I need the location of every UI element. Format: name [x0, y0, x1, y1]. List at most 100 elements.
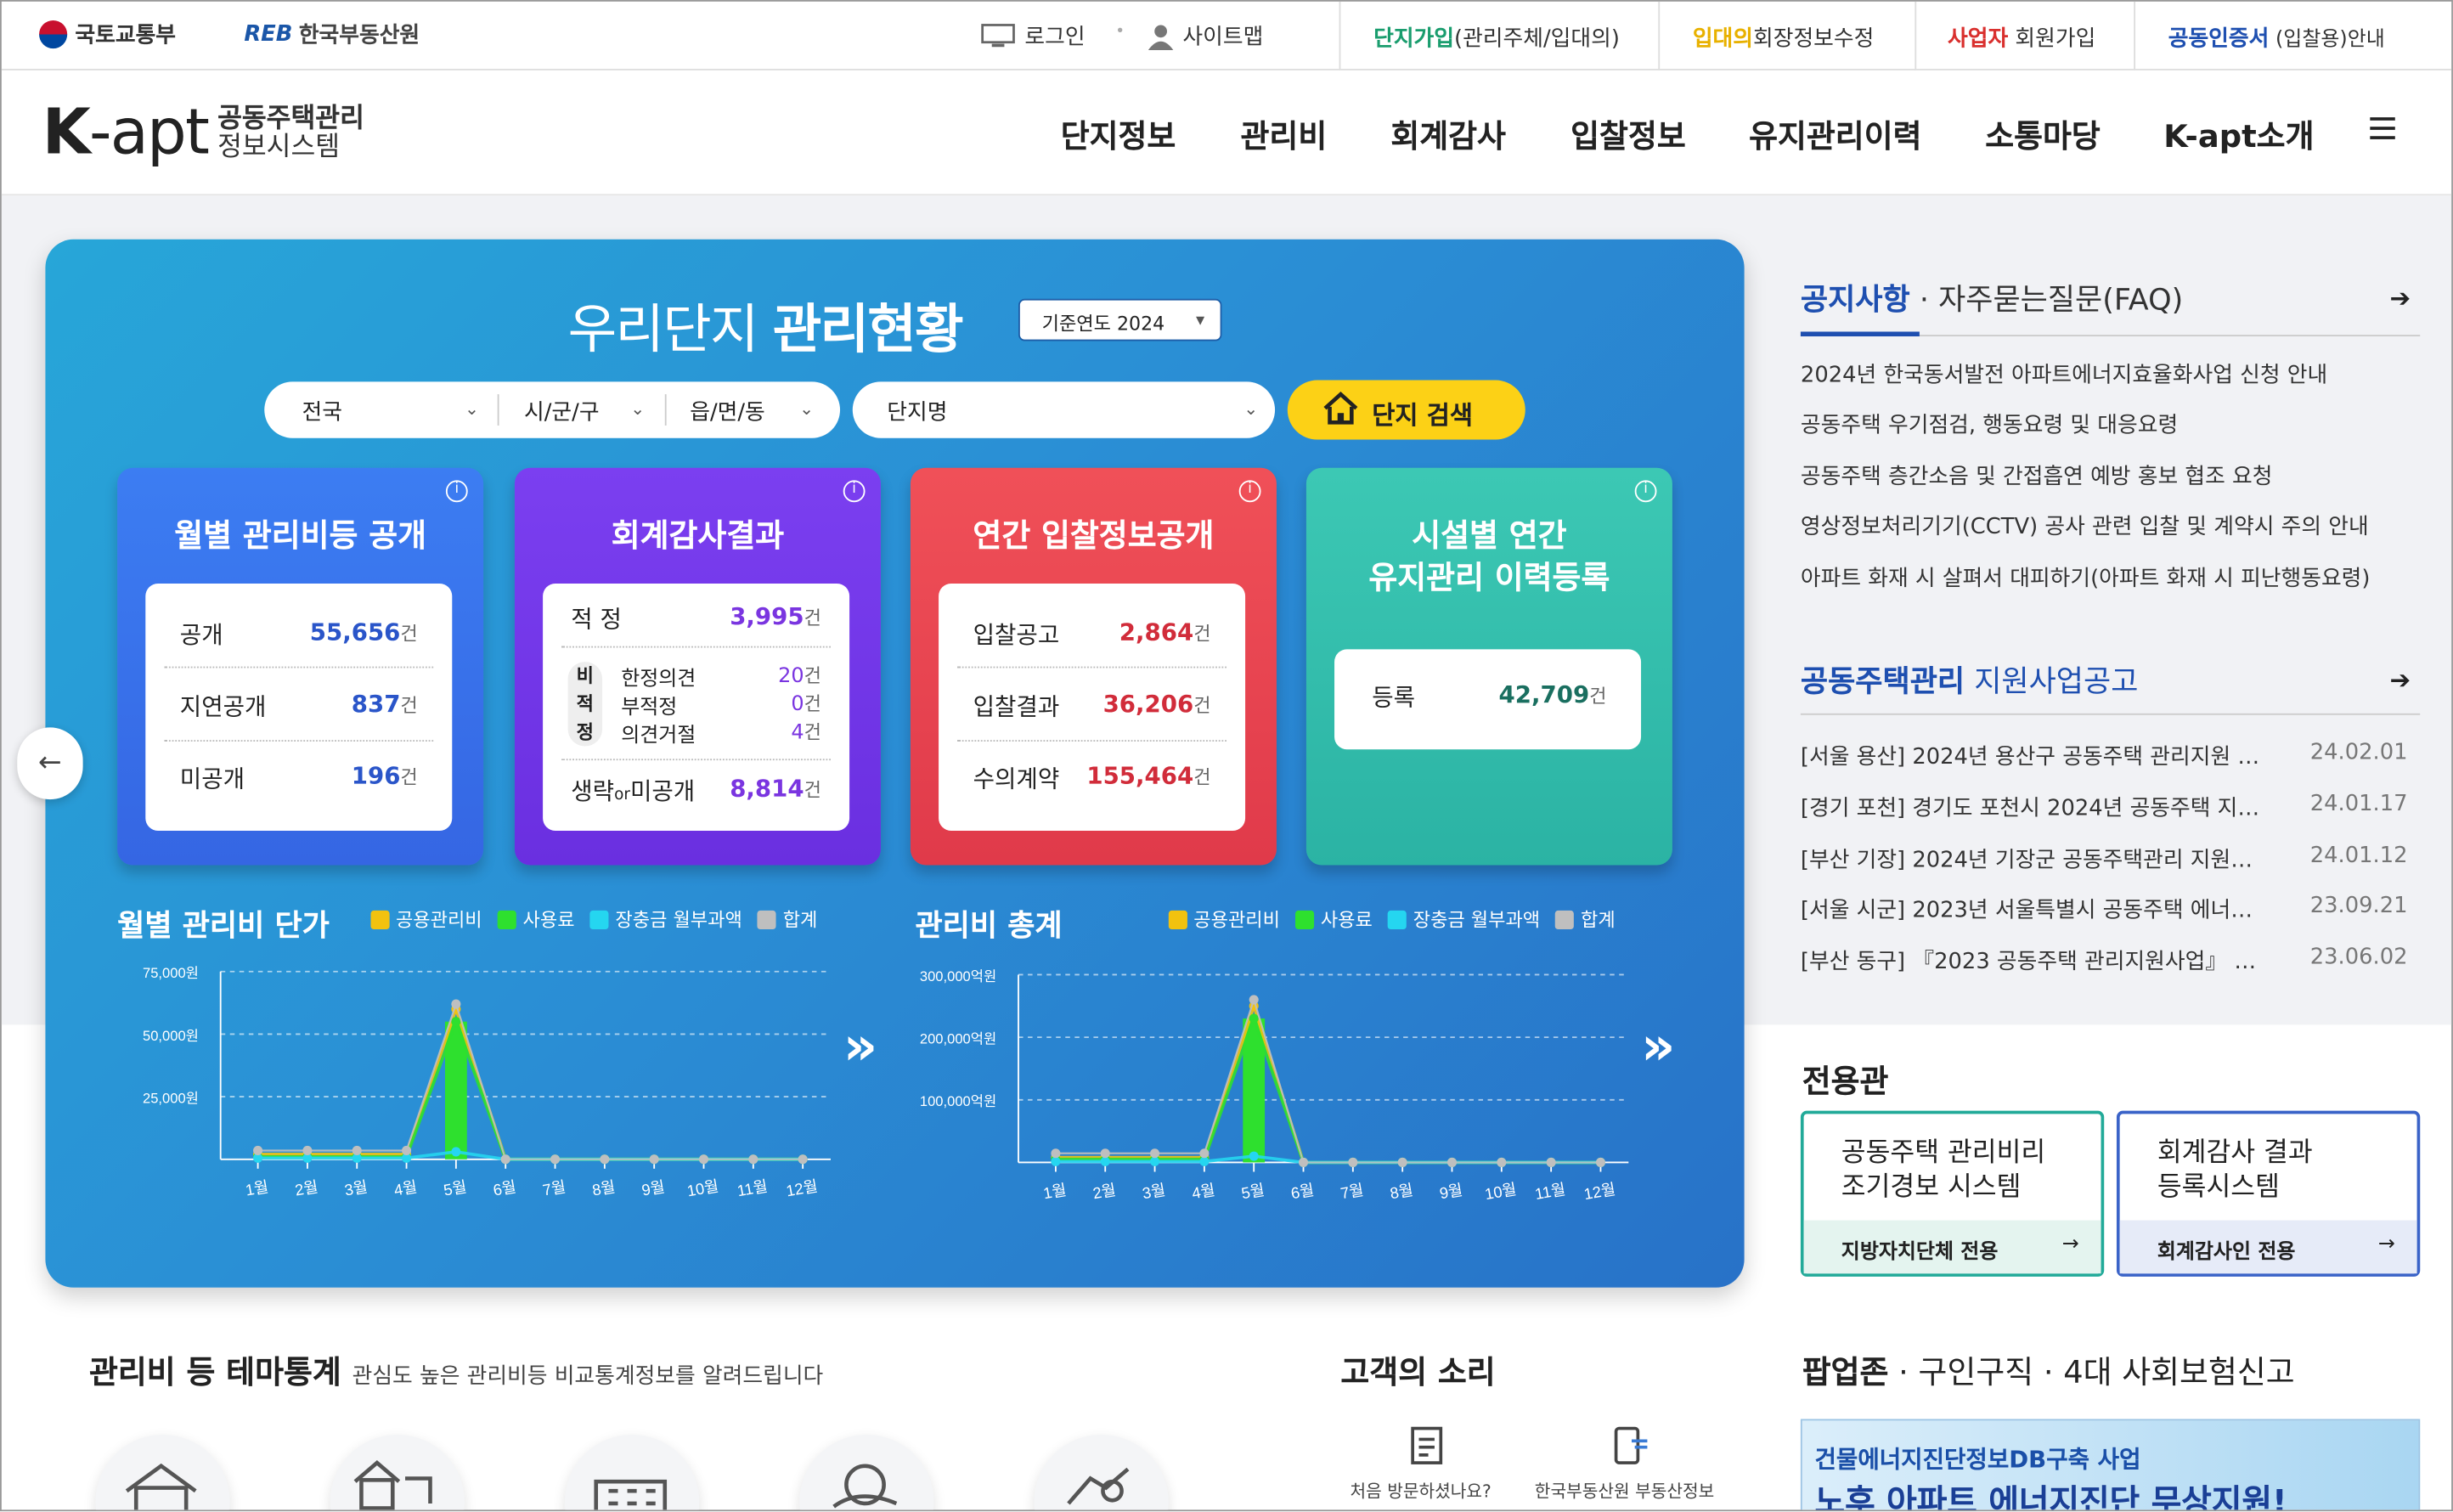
reb-logo[interactable]: REB 한국부동산원 [244, 19, 420, 50]
gnb-audit[interactable]: 회계감사 [1390, 111, 1506, 156]
stat-value: 0 [791, 692, 804, 717]
facility-card[interactable]: i 시설별 연간 유지관리 이력등록 등록 42,709건 [1305, 467, 1672, 866]
bid-card[interactable]: i 연간 입찰정보공개 입찰공고 2,864건 입찰결과 36,206건 수의계약 1… [910, 467, 1277, 866]
series-point [600, 1154, 610, 1165]
early-warning-system-button[interactable]: 공동주택 관리비리 조기경보 시스템 지방자치단체 전용 → [1800, 1110, 2105, 1277]
kapt-logo[interactable]: K-apt 공동주택관리 정보시스템 [42, 99, 364, 167]
mgmt-fee-card[interactable]: i 월별 관리비등 공개 공개 55,656건 지연공개 837건 미공개 196건 [117, 467, 484, 866]
series-line [257, 1017, 804, 1161]
series-point [451, 999, 461, 1009]
stat-row: 생략or미공개 8,814건 [571, 775, 821, 808]
hand-icon [1067, 1467, 1130, 1505]
legend-item: 장충금 월부과액 [1388, 906, 1540, 932]
stat-row: 부적정 0건 [621, 690, 821, 719]
chart-next-icon[interactable]: » [843, 1015, 877, 1078]
support-more-arrow-icon[interactable]: ➔ [2390, 665, 2411, 695]
audit-registration-button[interactable]: 회계감사 결과 등록시스템 회계감사인 전용 → [2116, 1110, 2421, 1277]
join-complex-link[interactable]: 단지가입(관리주체/입대의) [1373, 22, 1620, 54]
support-item[interactable]: [부산 동구] 『2023 공동주택 관리지원사업』 … [1801, 945, 2270, 976]
info-icon[interactable]: i [1634, 480, 1657, 503]
year-select[interactable]: 기준연도 2024 ▾ [1018, 298, 1222, 341]
notice-item[interactable]: 공동주택 층간소음 및 간접흡연 예방 홍보 협조 요청 [1801, 460, 2273, 491]
series-point [1249, 1013, 1259, 1024]
main-header: K-apt 공동주택관리 정보시스템 단지정보 관리비 회계감사 입찰정보 유지관… [1, 70, 2452, 196]
divider [957, 666, 1226, 669]
sitemap-link[interactable]: 사이트맵 [1148, 20, 1263, 52]
audit-card[interactable]: i 회계감사결과 적 정 3,995건 비 적 정 한정의견 20건 부적정 0건 의… [514, 467, 881, 866]
support-title[interactable]: 공동주택관리 지원사업공고 [1801, 658, 2420, 701]
support-item[interactable]: [서울 시군] 2023년 서울특별시 공동주택 에너… [1801, 894, 2270, 925]
theme-title: 관리비 등 테마통계 [88, 1353, 341, 1391]
y-tick-label: 100,000억원 [920, 1093, 996, 1109]
support-item[interactable]: [서울 용산] 2024년 용산구 공동주택 관리지원 … [1801, 740, 2270, 771]
stat-row: 입찰결과 36,206건 [973, 690, 1211, 723]
cert-link[interactable]: 공동인증서 (입찰용)안내 [2168, 22, 2385, 54]
login-link[interactable]: 로그인 [981, 20, 1086, 52]
notice-more-arrow-icon[interactable]: ➔ [2390, 283, 2411, 313]
chevron-down-icon: ⌄ [799, 398, 815, 420]
banner-line1: 건물에너지진단정보DB구축 사업 [1814, 1445, 2141, 1474]
x-tick-label: 8월 [591, 1177, 617, 1199]
info-icon[interactable]: i [445, 480, 468, 503]
stat-label: 의견거절 [621, 724, 696, 748]
divider [497, 394, 499, 426]
gnb-maintenance[interactable]: 유지관리이력 [1749, 111, 1921, 156]
gnb-about[interactable]: K-apt소개 [2163, 111, 2314, 156]
support-item[interactable]: [부산 기장] 2024년 기장군 공동주택관리 지원… [1801, 843, 2270, 875]
tab-faq[interactable]: · 자주묻는질문(FAQ) [1910, 283, 2184, 318]
stat-value: 42,709 [1498, 680, 1590, 709]
legend-swatch [1168, 910, 1187, 929]
year-value: 기준연도 2024 [1041, 313, 1165, 336]
info-icon[interactable]: i [1238, 480, 1261, 503]
x-tick-label: 9월 [1438, 1181, 1463, 1202]
stat-row: 공개 55,656건 [180, 618, 418, 652]
coin-icon [832, 1464, 898, 1509]
divider [561, 646, 831, 648]
support-rest: 지원사업공고 [1965, 664, 2139, 700]
gnb-complex-info[interactable]: 단지정보 [1061, 111, 1176, 156]
tab-notice[interactable]: 공지사항 [1801, 283, 1910, 318]
series-point [302, 1145, 313, 1155]
stat-label: 공개 [179, 621, 223, 650]
city-select[interactable]: 시/군/구 [524, 396, 600, 427]
gnb-mgmt-fee[interactable]: 관리비 [1241, 111, 1328, 156]
stat-label: 미공개 [179, 764, 245, 793]
kapt-line2: 정보시스템 [217, 131, 341, 163]
stat-label: 입찰결과 [973, 692, 1060, 722]
biz-join-link[interactable]: 사업자 회원가입 [1948, 22, 2095, 54]
legend-swatch [589, 910, 610, 929]
kapt-k: K [42, 97, 91, 169]
notice-item[interactable]: 공동주택 우기점검, 행동요령 및 대응요령 [1801, 409, 2178, 440]
gnb-bid[interactable]: 입찰정보 [1570, 111, 1686, 156]
nation-select[interactable]: 전국 [302, 396, 341, 427]
first-visit-link[interactable]: 처음 방문하셨나요? [1350, 1479, 1491, 1504]
stat-value: 837 [351, 690, 401, 719]
biz-hl: 사업자 [1948, 26, 2009, 52]
x-tick-label: 10월 [1483, 1180, 1518, 1203]
legend-item: 장충금 월부과액 [589, 906, 742, 932]
series-point [1150, 1148, 1160, 1159]
town-select[interactable]: 읍/면/동 [690, 396, 765, 427]
reb-app-link[interactable]: 한국부동산원 부동산정보 [1535, 1479, 1714, 1504]
notice-item[interactable]: 영상정보처리기기(CCTV) 공사 관련 입찰 및 계약시 주의 안내 [1801, 510, 2369, 541]
notice-item[interactable]: 아파트 화재 시 살펴서 대피하기(아파트 화재 시 피난행동요령) [1801, 561, 2371, 593]
popup-banner[interactable]: 건물에너지진단정보DB구축 사업 노후 아파트 에너지진단 무상지원! [1800, 1419, 2421, 1510]
divider [1914, 1, 1917, 71]
resident-info-link[interactable]: 입대의회장정보수정 [1693, 22, 1875, 54]
support-item[interactable]: [경기 포천] 경기도 포천시 2024년 공동주택 지… [1801, 792, 2270, 823]
stat-row: 의견거절 4건 [621, 718, 821, 748]
prev-arrow-icon[interactable]: ← [17, 727, 83, 800]
stat-label: 적 정 [571, 605, 622, 634]
login-label: 로그인 [1024, 25, 1086, 50]
stat-value: 3,995 [730, 602, 804, 631]
molit-logo[interactable]: 국토교통부 [39, 19, 176, 50]
info-icon[interactable]: i [843, 480, 866, 503]
gnb-community[interactable]: 소통마당 [1985, 111, 2101, 156]
unit: 건 [400, 694, 418, 717]
menu-icon[interactable] [2370, 117, 2395, 145]
card-title: 월별 관리비등 공개 [174, 516, 427, 554]
card-title: 회계감사결과 [611, 516, 785, 554]
chart-next-icon[interactable]: » [1641, 1015, 1675, 1078]
box-footer-label: 지방자치단체 전용 [1841, 1240, 1999, 1265]
notice-item[interactable]: 2024년 한국동서발전 아파트에너지효율화사업 신청 안내 [1801, 358, 2327, 390]
